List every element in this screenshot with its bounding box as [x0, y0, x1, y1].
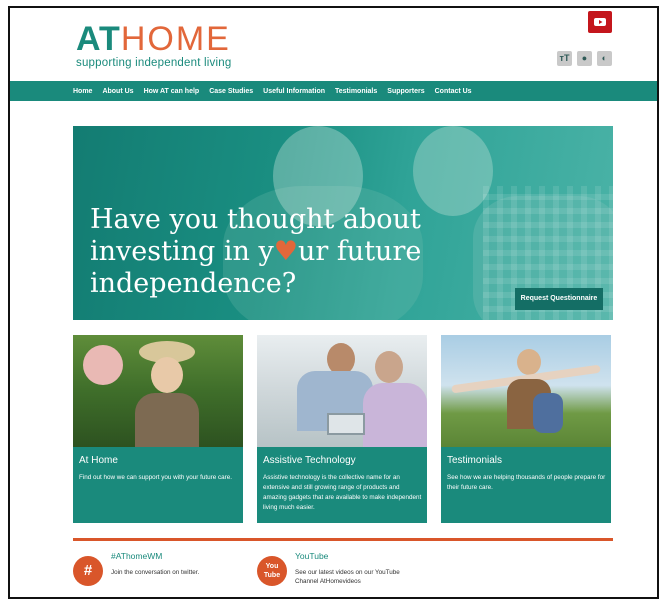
card-text: Assistive technology is the collective n… — [263, 474, 422, 511]
hero-banner: Have you thought about investing in y♥ur… — [73, 126, 613, 320]
hero-line-1: Have you thought about — [90, 204, 421, 235]
heart-icon: ♥ — [273, 236, 298, 267]
main-nav: Home About Us How AT can help Case Studi… — [10, 81, 657, 101]
youtube-icon[interactable]: You Tube — [257, 556, 287, 586]
card-title: Assistive Technology — [263, 455, 356, 466]
youtube-text: See our latest videos on our YouTube Cha… — [295, 569, 400, 585]
request-questionnaire-button[interactable]: Request Questionnaire — [515, 288, 603, 310]
section-divider — [73, 538, 613, 541]
twitter-handle[interactable]: #AThomeWM — [111, 551, 231, 561]
hero-line-2-a: investing in y — [90, 236, 274, 267]
twitter-info: #AThomeWM Join the conversation on twitt… — [111, 551, 231, 577]
twitter-block[interactable]: # #AThomeWM Join the conversation on twi… — [73, 551, 231, 586]
card-assistive-technology[interactable]: Assistive Technology Assistive technolog… — [257, 335, 427, 523]
card-image-couple-field — [441, 335, 611, 447]
youtube-block[interactable]: You Tube YouTube See our latest videos o… — [257, 551, 415, 586]
face-shape — [151, 357, 183, 393]
hero-line-2: investing in y♥ur future — [90, 236, 421, 268]
tablet-shape — [327, 413, 365, 435]
nav-how-at-can-help[interactable]: How AT can help — [144, 88, 200, 95]
hero-line-2-b: ur future — [297, 236, 422, 267]
site-logo[interactable]: ATHOME supporting independent living — [76, 22, 231, 69]
logo-at: AT — [76, 20, 121, 58]
hero-headline: Have you thought about investing in y♥ur… — [90, 204, 421, 300]
twitter-text: Join the conversation on twitter. — [111, 569, 200, 576]
card-title: At Home — [79, 455, 118, 466]
nav-useful-information[interactable]: Useful Information — [263, 88, 325, 95]
nav-testimonials[interactable]: Testimonials — [335, 88, 377, 95]
nav-case-studies[interactable]: Case Studies — [209, 88, 253, 95]
contrast-drop-icon[interactable]: ● — [577, 51, 592, 66]
youtube-info: YouTube See our latest videos on our You… — [295, 551, 415, 586]
face-shape — [517, 349, 541, 375]
nav-contact-us[interactable]: Contact Us — [435, 88, 472, 95]
hashtag-icon[interactable]: # — [73, 556, 103, 586]
flowers-shape — [83, 345, 123, 385]
youtube-icon[interactable] — [588, 11, 612, 33]
logo-wordmark: ATHOME — [76, 22, 231, 56]
hero-line-3: independence? — [90, 268, 297, 299]
card-at-home[interactable]: At Home Find out how we can support you … — [73, 335, 243, 523]
shirt-shape — [533, 393, 563, 433]
youtube-title[interactable]: YouTube — [295, 551, 415, 561]
logo-tagline: supporting independent living — [76, 57, 232, 69]
card-image-couple-tablet — [257, 335, 427, 447]
text-size-icon[interactable]: тT — [557, 51, 572, 66]
card-image-garden — [73, 335, 243, 447]
nav-about-us[interactable]: About Us — [102, 88, 133, 95]
card-text: Find out how we can support you with you… — [79, 474, 232, 481]
card-testimonials[interactable]: Testimonials See how we are helping thou… — [441, 335, 611, 523]
contrast-toggle-icon[interactable]: ◐ — [597, 51, 612, 66]
logo-home: HOME — [120, 20, 231, 58]
face-shape — [375, 351, 403, 383]
body-shape — [135, 393, 199, 447]
page-frame: ATHOME supporting independent living тT … — [8, 6, 659, 599]
hero-photo-face — [413, 126, 493, 216]
accessibility-tools: тT ● ◐ — [557, 51, 612, 66]
card-title: Testimonials — [447, 455, 503, 466]
nav-home[interactable]: Home — [73, 88, 92, 95]
cardigan-shape — [363, 383, 427, 447]
nav-supporters[interactable]: Supporters — [387, 88, 424, 95]
card-text: See how we are helping thousands of peop… — [447, 474, 606, 491]
